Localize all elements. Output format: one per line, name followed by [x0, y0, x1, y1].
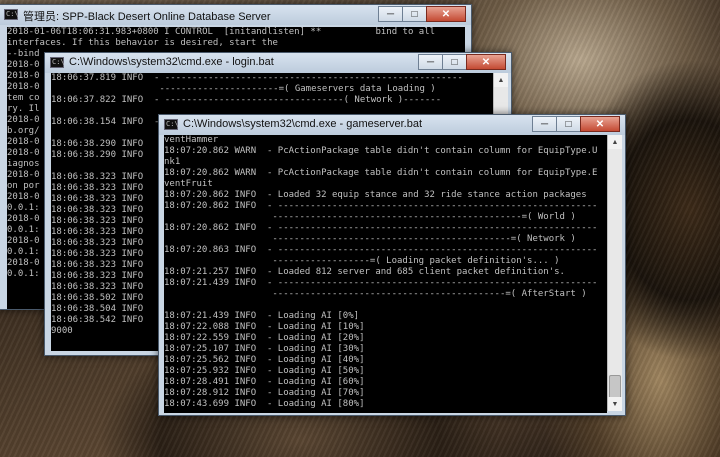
console-line: 18:07:20.862 INFO - --------------------…: [164, 223, 598, 233]
console-line: 18:07:22.088 INFO - Loading AI [10%]: [164, 322, 365, 332]
console-line: 18:07:21.439 INFO - Loading AI [0%]: [164, 311, 360, 321]
maximize-button[interactable]: □: [556, 116, 581, 132]
window-title: C:\Windows\system32\cmd.exe - gameserver…: [183, 118, 423, 130]
console-icon: C:\: [4, 9, 19, 20]
console-icon: C:\: [50, 57, 65, 68]
gameserver-console-window[interactable]: C:\ C:\Windows\system32\cmd.exe - gamese…: [158, 114, 626, 416]
console-line: 18:07:20.862 INFO - --------------------…: [164, 201, 598, 211]
console-line: 18:07:25.107 INFO - Loading AI [30%]: [164, 344, 365, 354]
window-title: 管理员: SPP-Black Desert Online Database Se…: [23, 11, 271, 23]
title-bar[interactable]: C:\ 管理员: SPP-Black Desert Online Databas…: [0, 5, 471, 25]
minimize-button[interactable]: ─: [532, 116, 557, 132]
console-line: 18:07:22.559 INFO - Loading AI [20%]: [164, 333, 365, 343]
console-line: 18:07:43.699 INFO - Loading AI [80%]: [164, 399, 365, 409]
scroll-up-arrow-icon[interactable]: ▲: [494, 73, 508, 87]
minimize-button[interactable]: ─: [378, 6, 403, 22]
console-line: 18:06:37.822 INFO - --------------------…: [51, 95, 442, 105]
console-line: ----------------------------------------…: [164, 212, 576, 222]
console-line: 18:07:20.862 WARN - PcActionPackage tabl…: [164, 168, 598, 178]
console-output[interactable]: ventHammer 18:07:20.862 WARN - PcActionPa…: [164, 135, 607, 413]
close-button[interactable]: ✕: [580, 116, 620, 132]
console-line: 18:07:25.562 INFO - Loading AI [40%]: [164, 355, 365, 365]
maximize-button[interactable]: □: [442, 54, 467, 70]
scrollbar-thumb[interactable]: [609, 375, 621, 399]
console-line: ------------------=( Loading packet defi…: [164, 256, 560, 266]
minimize-button[interactable]: ─: [418, 54, 443, 70]
console-line: ----------------------------------------…: [164, 289, 587, 299]
console-icon: C:\: [164, 119, 179, 130]
console-line: 18:07:20.863 INFO - --------------------…: [164, 245, 598, 255]
scroll-down-arrow-icon[interactable]: ▼: [608, 397, 622, 411]
title-bar[interactable]: C:\ C:\Windows\system32\cmd.exe - login.…: [45, 53, 511, 73]
console-line: 18:07:28.491 INFO - Loading AI [60%]: [164, 377, 365, 387]
console-line: 18:07:20.862 INFO - Loaded 32 equip stan…: [164, 190, 587, 200]
console-line: 18:07:25.932 INFO - Loading AI [50%]: [164, 366, 365, 376]
console-line: ----------------------=( Gameservers dat…: [51, 84, 436, 94]
console-line: 18:07:28.912 INFO - Loading AI [70%]: [164, 388, 365, 398]
vertical-scrollbar[interactable]: ▲ ▼: [607, 135, 622, 411]
console-line: ventHammer: [164, 135, 219, 145]
window-title: C:\Windows\system32\cmd.exe - login.bat: [69, 56, 274, 68]
maximize-button[interactable]: □: [402, 6, 427, 22]
console-line: 18:07:21.439 INFO - --------------------…: [164, 278, 598, 288]
close-button[interactable]: ✕: [426, 6, 466, 22]
scroll-up-arrow-icon[interactable]: ▲: [608, 135, 622, 149]
console-line: interfaces. If this behavior is desired,…: [7, 38, 278, 48]
console-line: 18:07:21.257 INFO - Loaded 812 server an…: [164, 267, 565, 277]
console-line: 18:06:37.819 INFO - --------------------…: [51, 73, 463, 83]
console-line: ----------------------------------------…: [164, 234, 576, 244]
console-line: 18:07:20.862 WARN - PcActionPackage tabl…: [164, 146, 598, 156]
console-line: 2018-01-06T18:06:31.983+0800 I CONTROL […: [7, 27, 436, 37]
close-button[interactable]: ✕: [466, 54, 506, 70]
title-bar[interactable]: C:\ C:\Windows\system32\cmd.exe - gamese…: [159, 115, 625, 135]
console-line: ventFruit: [164, 179, 213, 189]
console-line: nk1: [164, 157, 181, 167]
